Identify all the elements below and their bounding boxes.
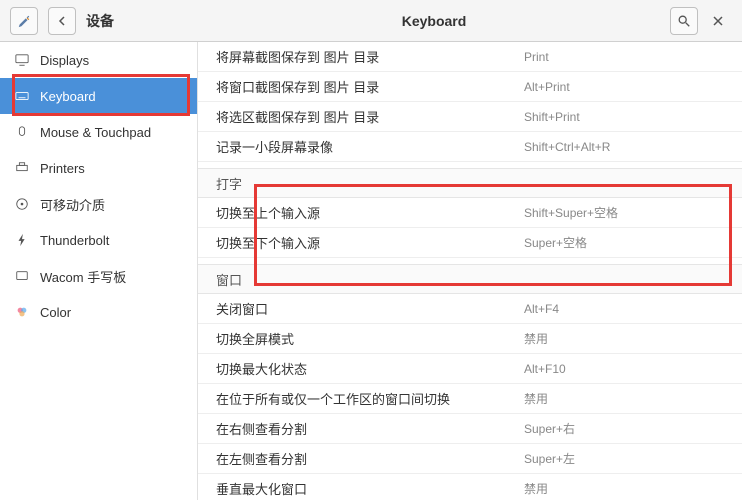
back-button[interactable] xyxy=(48,7,76,35)
shortcut-row[interactable]: 关闭窗口Alt+F4 xyxy=(198,294,742,324)
sidebar-item-label: Printers xyxy=(40,161,85,176)
sidebar-item-mouse[interactable]: Mouse & Touchpad xyxy=(0,114,197,150)
shortcut-label: 切换至上个输入源 xyxy=(216,203,524,222)
shortcut-label: 垂直最大化窗口 xyxy=(216,479,524,498)
shortcut-row[interactable]: 将选区截图保存到 图片 目录Shift+Print xyxy=(198,102,742,132)
shortcut-label: 将屏幕截图保存到 图片 目录 xyxy=(216,47,524,66)
keyboard-icon xyxy=(14,88,30,104)
sidebar-item-displays[interactable]: Displays xyxy=(0,42,197,78)
shortcut-row[interactable]: 切换全屏模式禁用 xyxy=(198,324,742,354)
sidebar-item-color[interactable]: Color xyxy=(0,294,197,330)
header-right xyxy=(670,7,742,35)
header-left-title: 设备 xyxy=(86,11,114,31)
tablet-icon xyxy=(14,268,30,284)
sidebar-item-printers[interactable]: Printers xyxy=(0,150,197,186)
sidebar-item-thunderbolt[interactable]: Thunderbolt xyxy=(0,222,197,258)
mouse-icon xyxy=(14,124,30,140)
shortcut-row[interactable]: 切换至下个输入源Super+空格 xyxy=(198,228,742,258)
sidebar-item-label: Color xyxy=(40,305,71,320)
shortcut-value: Super+空格 xyxy=(524,234,724,251)
shortcut-label: 在位于所有或仅一个工作区的窗口间切换 xyxy=(216,389,524,408)
sidebar: Displays Keyboard Mouse & Touchpad Print… xyxy=(0,42,198,500)
shortcut-value: 禁用 xyxy=(524,330,724,347)
shortcut-value: Alt+F10 xyxy=(524,362,724,376)
shortcut-label: 切换全屏模式 xyxy=(216,329,524,348)
header-title: Keyboard xyxy=(198,13,670,29)
titlebar: 设备 Keyboard xyxy=(0,0,742,42)
shortcut-row[interactable]: 在位于所有或仅一个工作区的窗口间切换禁用 xyxy=(198,384,742,414)
body: Displays Keyboard Mouse & Touchpad Print… xyxy=(0,42,742,500)
shortcut-label: 记录一小段屏幕录像 xyxy=(216,137,524,156)
shortcut-label: 在右侧查看分割 xyxy=(216,419,524,438)
shortcut-label: 切换最大化状态 xyxy=(216,359,524,378)
shortcut-value: Shift+Print xyxy=(524,110,724,124)
bolt-icon xyxy=(14,232,30,248)
shortcut-row[interactable]: 在左侧查看分割Super+左 xyxy=(198,444,742,474)
shortcut-label: 切换至下个输入源 xyxy=(216,233,524,252)
shortcut-row[interactable]: 垂直最大化窗口禁用 xyxy=(198,474,742,500)
printer-icon xyxy=(14,160,30,176)
shortcut-row[interactable]: 切换最大化状态Alt+F10 xyxy=(198,354,742,384)
shortcut-value: 禁用 xyxy=(524,480,724,497)
shortcut-label: 在左侧查看分割 xyxy=(216,449,524,468)
shortcut-row[interactable]: 切换至上个输入源Shift+Super+空格 xyxy=(198,198,742,228)
content: 将屏幕截图保存到 图片 目录Print将窗口截图保存到 图片 目录Alt+Pri… xyxy=(198,42,742,500)
display-icon xyxy=(14,52,30,68)
header-left: 设备 xyxy=(0,7,198,35)
shortcut-row[interactable]: 将屏幕截图保存到 图片 目录Print xyxy=(198,42,742,72)
shortcut-value: Alt+F4 xyxy=(524,302,724,316)
sidebar-item-label: Mouse & Touchpad xyxy=(40,125,151,140)
tools-icon[interactable] xyxy=(10,7,38,35)
shortcut-value: Super+左 xyxy=(524,450,724,467)
shortcut-value: 禁用 xyxy=(524,390,724,407)
section-header: 打字 xyxy=(198,168,742,198)
color-icon xyxy=(14,304,30,320)
section-header: 窗口 xyxy=(198,264,742,294)
shortcut-row[interactable]: 记录一小段屏幕录像Shift+Ctrl+Alt+R xyxy=(198,132,742,162)
sidebar-item-label: Wacom 手写板 xyxy=(40,267,126,286)
shortcut-value: Shift+Super+空格 xyxy=(524,204,724,221)
sidebar-item-label: 可移动介质 xyxy=(40,195,105,214)
shortcut-row[interactable]: 将窗口截图保存到 图片 目录Alt+Print xyxy=(198,72,742,102)
shortcut-label: 将选区截图保存到 图片 目录 xyxy=(216,107,524,126)
close-button[interactable] xyxy=(704,7,732,35)
sidebar-item-keyboard[interactable]: Keyboard xyxy=(0,78,197,114)
shortcut-label: 将窗口截图保存到 图片 目录 xyxy=(216,77,524,96)
sidebar-item-wacom[interactable]: Wacom 手写板 xyxy=(0,258,197,294)
sidebar-item-label: Keyboard xyxy=(40,89,96,104)
shortcut-value: Print xyxy=(524,50,724,64)
sidebar-item-label: Displays xyxy=(40,53,89,68)
shortcut-value: Alt+Print xyxy=(524,80,724,94)
shortcut-value: Shift+Ctrl+Alt+R xyxy=(524,140,724,154)
shortcut-label: 关闭窗口 xyxy=(216,299,524,318)
shortcut-value: Super+右 xyxy=(524,420,724,437)
sidebar-item-removable[interactable]: 可移动介质 xyxy=(0,186,197,222)
sidebar-item-label: Thunderbolt xyxy=(40,233,109,248)
disk-icon xyxy=(14,196,30,212)
shortcut-row[interactable]: 在右侧查看分割Super+右 xyxy=(198,414,742,444)
search-button[interactable] xyxy=(670,7,698,35)
